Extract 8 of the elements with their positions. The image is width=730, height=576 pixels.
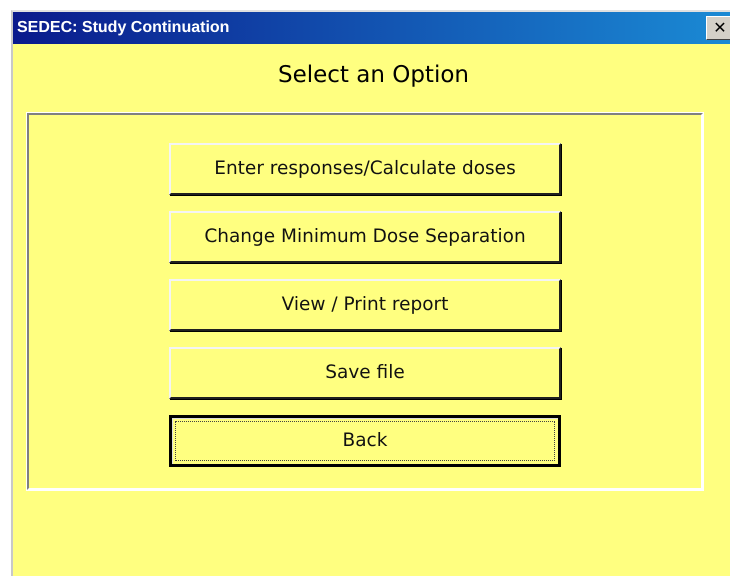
dialog-heading: Select an Option xyxy=(276,61,470,90)
option-button[interactable]: Enter responses/Calculate doses xyxy=(169,142,561,194)
window-title: SEDEC: Study Continuation xyxy=(17,18,230,38)
option-button[interactable]: Back xyxy=(169,414,561,466)
option-button[interactable]: View / Print report xyxy=(169,278,561,330)
close-button[interactable]: ✕ xyxy=(706,16,730,40)
option-button[interactable]: Change Minimum Dose Separation xyxy=(169,210,561,262)
option-button[interactable]: Save file xyxy=(169,346,561,398)
